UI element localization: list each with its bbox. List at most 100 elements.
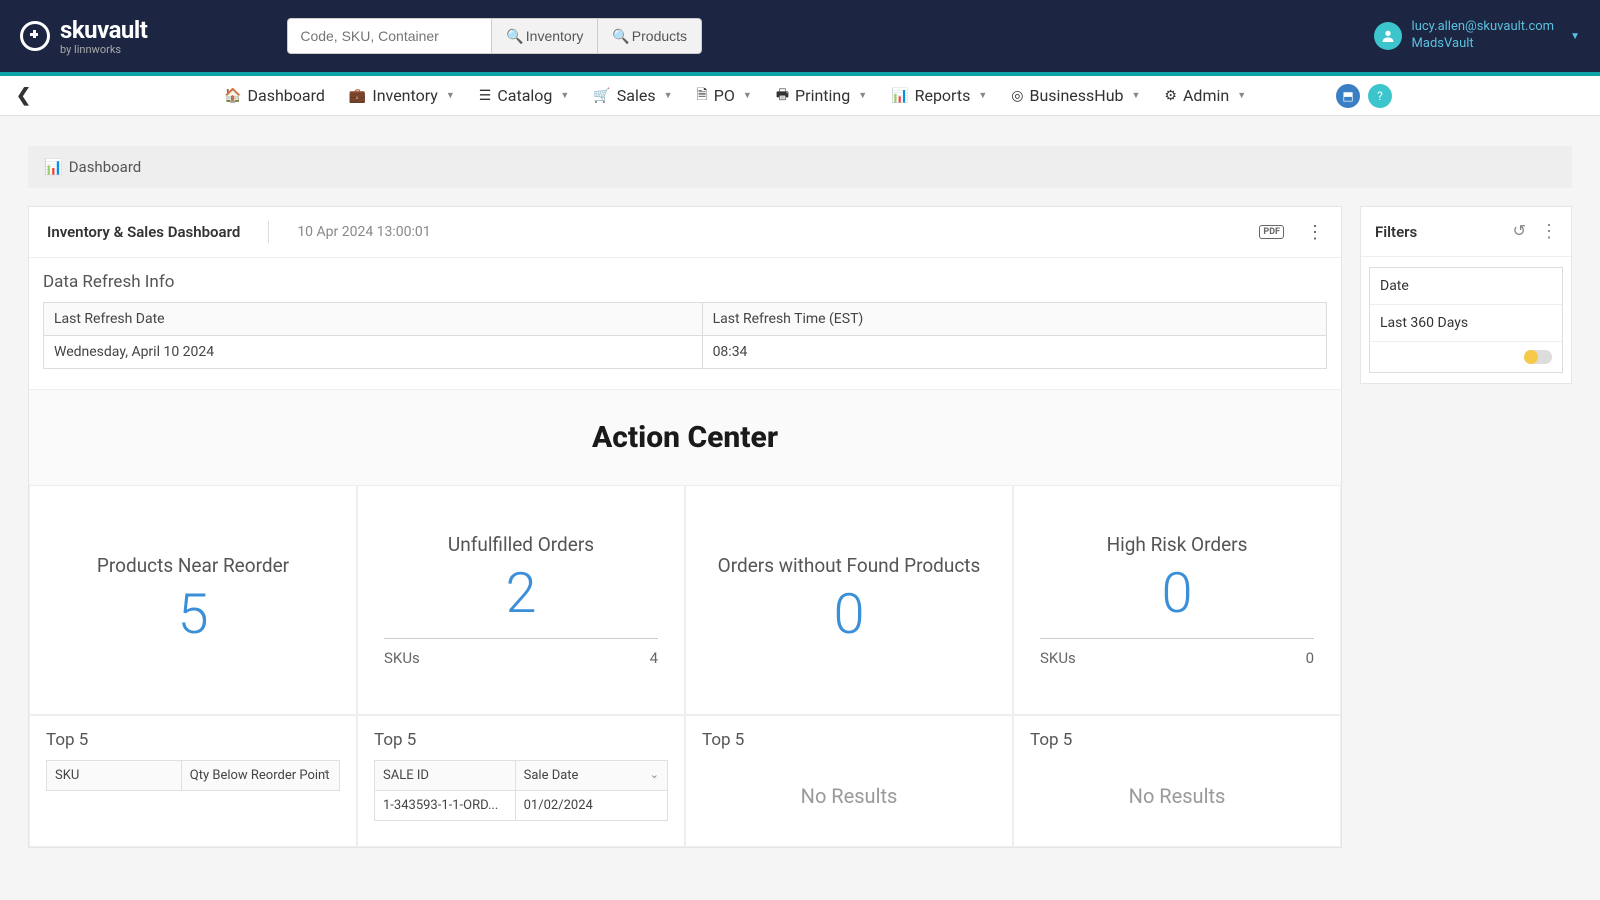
- chevron-down-icon: ▼: [978, 90, 987, 101]
- avatar: [1374, 22, 1402, 50]
- filter-toggle[interactable]: [1524, 350, 1552, 364]
- nav-businesshub[interactable]: ◎BusinessHub▼: [1001, 78, 1150, 114]
- refresh-heading: Data Refresh Info: [43, 268, 1327, 302]
- export-pdf-button[interactable]: PDF: [1259, 225, 1284, 239]
- refresh-info: Data Refresh Info Last Refresh Date Last…: [29, 258, 1341, 389]
- col-sale-date[interactable]: Sale Date⌄: [515, 761, 667, 791]
- chevron-down-icon: ▼: [1570, 31, 1580, 42]
- filter-date-value: Last 360 Days: [1370, 305, 1562, 342]
- card-sub-label: SKUs: [384, 649, 420, 667]
- card-title: High Risk Orders: [1107, 533, 1248, 556]
- chevron-down-icon: ▼: [1132, 90, 1141, 101]
- refresh-table: Last Refresh Date Last Refresh Time (EST…: [43, 302, 1327, 369]
- chevron-down-icon: ▼: [446, 90, 455, 101]
- top5-unfulfilled-table: SALE ID Sale Date⌄ 1-343593-1-1-ORD... 0…: [374, 760, 668, 821]
- top5-reorder-table: SKU Qty Below Reorder Point⌃: [46, 760, 340, 791]
- chevron-down-icon: ▼: [664, 90, 673, 101]
- brand-byline: by linnworks: [60, 44, 147, 55]
- info-badge[interactable]: ⬒: [1336, 84, 1360, 108]
- back-button[interactable]: ❮: [8, 81, 39, 110]
- sort-desc-icon: ⌄: [650, 768, 659, 781]
- refresh-col-date: Last Refresh Date: [44, 303, 703, 336]
- nav-dashboard[interactable]: 🏠Dashboard: [214, 78, 335, 114]
- card-value: 0: [833, 581, 864, 647]
- search-icon: 🔍: [612, 28, 629, 45]
- chart-icon: 📊: [44, 158, 63, 176]
- card-sub-value: 0: [1306, 649, 1314, 667]
- top5-label: Top 5: [1030, 730, 1324, 750]
- card-products-near-reorder[interactable]: Products Near Reorder 5: [29, 485, 357, 715]
- col-sku[interactable]: SKU: [47, 761, 182, 791]
- top5-no-products: Top 5 No Results: [685, 715, 1013, 847]
- nav-admin[interactable]: ⚙Admin▼: [1154, 78, 1256, 114]
- search-products-button[interactable]: 🔍 Products: [598, 18, 702, 54]
- search-inventory-button[interactable]: 🔍 Inventory: [492, 18, 598, 54]
- nav-reports[interactable]: 📊Reports▼: [881, 78, 997, 114]
- chevron-down-icon: ▼: [743, 90, 752, 101]
- cell-sale-date: 01/02/2024: [515, 791, 667, 821]
- refresh-col-time: Last Refresh Time (EST): [702, 303, 1326, 336]
- refresh-val-time: 08:34: [702, 336, 1326, 369]
- top-bar: skuvault by linnworks 🔍 Inventory 🔍 Prod…: [0, 0, 1600, 76]
- nav-catalog[interactable]: ☰Catalog▼: [469, 78, 580, 114]
- col-sale-id[interactable]: SALE ID: [375, 761, 516, 791]
- card-orders-without-products[interactable]: Orders without Found Products 0: [685, 485, 1013, 715]
- chevron-down-icon: ▼: [1237, 90, 1246, 101]
- top5-label: Top 5: [702, 730, 996, 750]
- card-high-risk-orders[interactable]: High Risk Orders 0 SKUs 0: [1013, 485, 1341, 715]
- dashboard-title: Inventory & Sales Dashboard: [47, 223, 240, 241]
- card-unfulfilled-orders[interactable]: Unfulfilled Orders 2 SKUs 4: [357, 485, 685, 715]
- chevron-down-icon: ▼: [560, 90, 569, 101]
- action-center: Action Center Products Near Reorder 5 Un…: [29, 389, 1341, 847]
- col-qty-below-reorder[interactable]: Qty Below Reorder Point⌃: [181, 761, 339, 791]
- breadcrumb-label: Dashboard: [69, 158, 142, 176]
- chart-icon: 📊: [891, 88, 908, 104]
- search-icon: 🔍: [506, 28, 523, 45]
- chevron-down-icon: ▼: [858, 90, 867, 101]
- card-title: Orders without Found Products: [718, 554, 981, 577]
- nav-printing[interactable]: 🖶Printing▼: [766, 78, 877, 114]
- kebab-menu[interactable]: ⋮: [1306, 222, 1323, 243]
- target-icon: ◎: [1011, 88, 1023, 104]
- top5-reorder: Top 5 SKU Qty Below Reorder Point⌃: [29, 715, 357, 847]
- filter-date-label: Date: [1370, 268, 1562, 305]
- user-tenant: MadsVault: [1412, 36, 1555, 53]
- nav-bar: ❮ 🏠Dashboard 💼Inventory▼ ☰Catalog▼ 🛒Sale…: [0, 76, 1600, 116]
- brand-logo[interactable]: skuvault by linnworks: [20, 18, 147, 55]
- sort-asc-icon: ⌃: [322, 768, 331, 781]
- dashboard-timestamp: 10 Apr 2024 13:00:01: [297, 224, 430, 240]
- cart-icon: 🛒: [593, 88, 610, 104]
- no-results: No Results: [702, 760, 996, 832]
- user-email: lucy.allen@skuvault.com: [1412, 19, 1555, 36]
- gear-icon: ⚙: [1164, 88, 1177, 104]
- logo-icon: [20, 21, 50, 51]
- card-value: 5: [177, 581, 208, 647]
- filter-date[interactable]: Date Last 360 Days: [1369, 267, 1563, 373]
- user-menu[interactable]: lucy.allen@skuvault.com MadsVault ▼: [1374, 19, 1580, 53]
- filters-kebab-menu[interactable]: ⋮: [1540, 221, 1557, 242]
- top5-label: Top 5: [46, 730, 340, 750]
- brand-name: skuvault: [60, 18, 147, 42]
- card-value: 0: [1161, 560, 1192, 626]
- help-badge[interactable]: ?: [1368, 84, 1392, 108]
- list-icon: ☰: [479, 88, 492, 104]
- document-icon: 🗎: [697, 84, 708, 108]
- no-results: No Results: [1030, 760, 1324, 832]
- search-input[interactable]: [287, 18, 492, 54]
- top5-unfulfilled: Top 5 SALE ID Sale Date⌄ 1-343593-1-1-OR…: [357, 715, 685, 847]
- reset-filters-icon[interactable]: ↺: [1513, 221, 1526, 242]
- card-title: Unfulfilled Orders: [448, 533, 594, 556]
- nav-inventory[interactable]: 💼Inventory▼: [339, 78, 465, 114]
- search-group: 🔍 Inventory 🔍 Products: [287, 18, 702, 54]
- home-icon: 🏠: [224, 88, 241, 104]
- printer-icon: 🖶: [776, 84, 789, 108]
- nav-po[interactable]: 🗎PO▼: [687, 78, 762, 114]
- nav-sales[interactable]: 🛒Sales▼: [583, 78, 682, 114]
- refresh-val-date: Wednesday, April 10 2024: [44, 336, 703, 369]
- dashboard-header: Inventory & Sales Dashboard 10 Apr 2024 …: [29, 207, 1341, 258]
- dashboard-main: Inventory & Sales Dashboard 10 Apr 2024 …: [28, 206, 1342, 848]
- breadcrumb: 📊 Dashboard: [28, 146, 1572, 188]
- filters-title: Filters: [1375, 223, 1417, 241]
- card-sub-label: SKUs: [1040, 649, 1076, 667]
- table-row[interactable]: 1-343593-1-1-ORD... 01/02/2024: [375, 791, 668, 821]
